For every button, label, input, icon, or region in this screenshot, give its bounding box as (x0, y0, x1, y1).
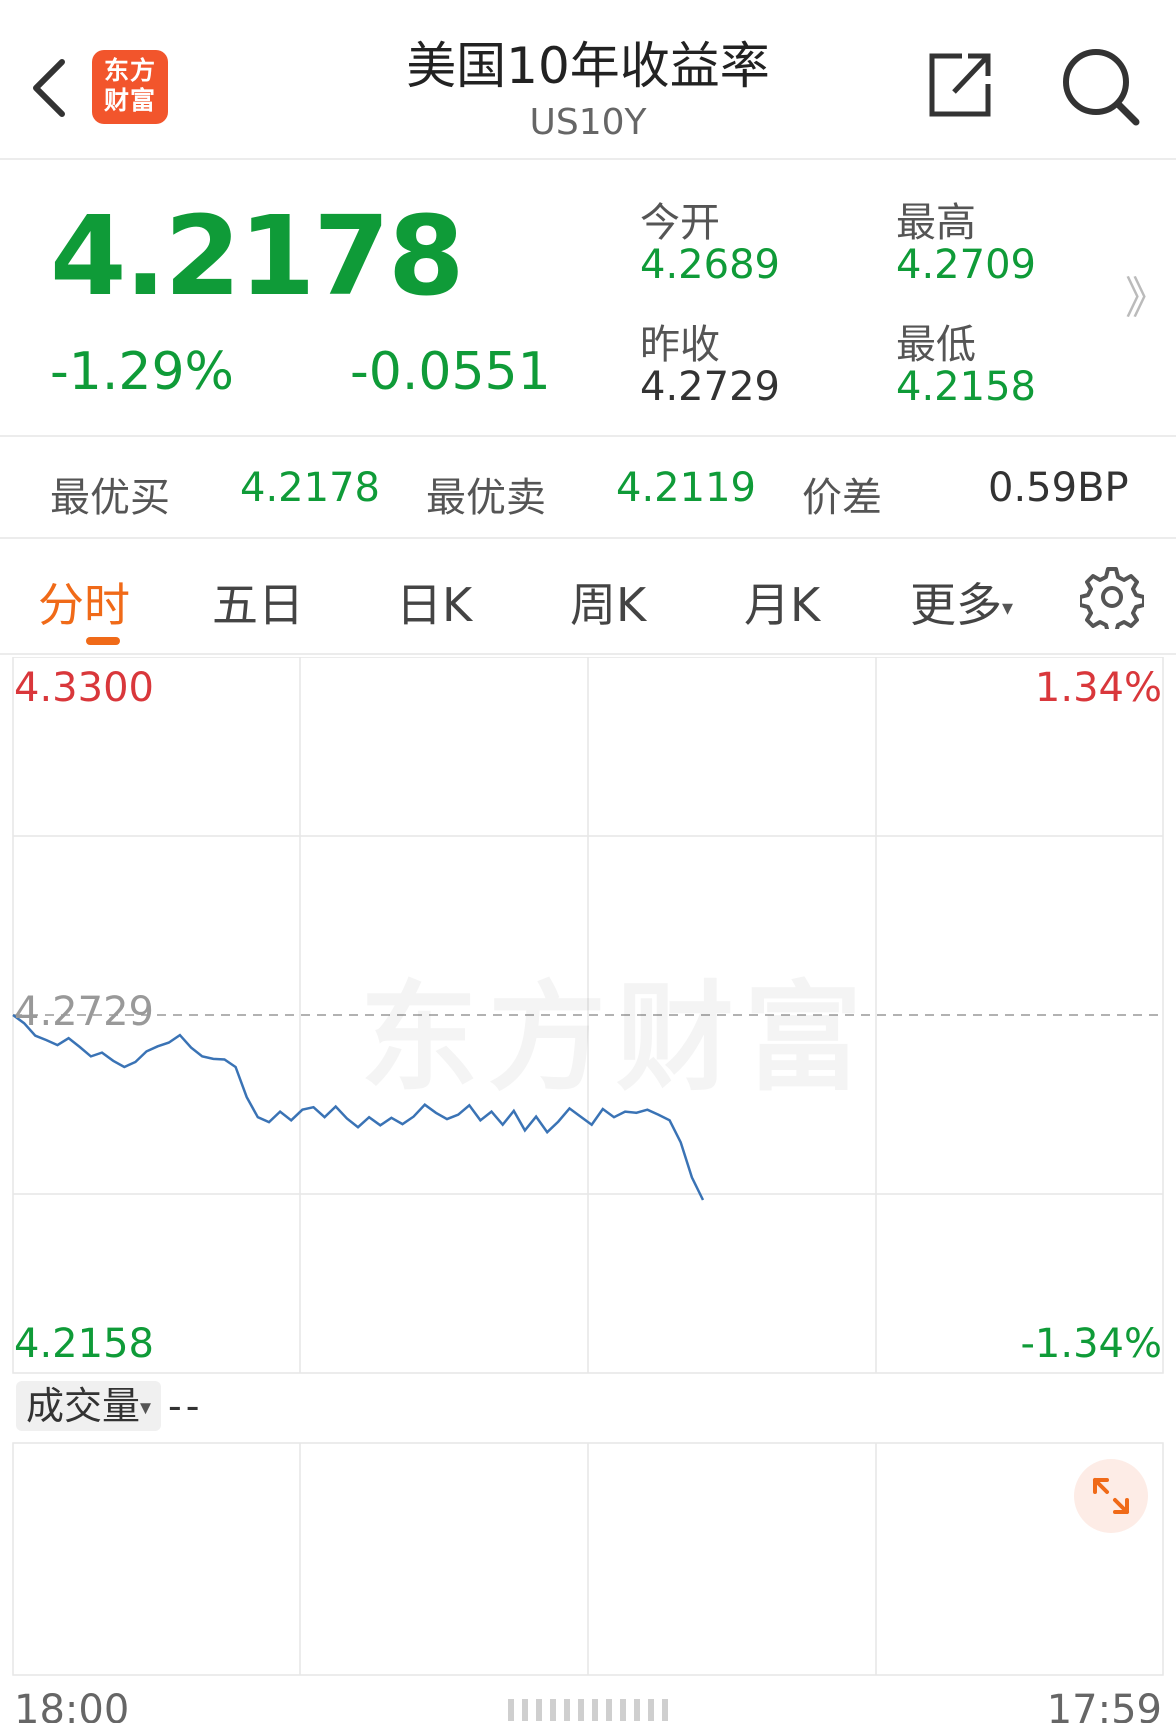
gear-icon (1078, 567, 1146, 635)
fullscreen-button[interactable] (1074, 1459, 1148, 1533)
current-price: 4.2178 (50, 192, 464, 320)
more-stats-arrow[interactable]: 》 (1125, 262, 1169, 326)
tab-monthly-k[interactable]: 月K (744, 569, 820, 635)
quote-panel: 4.2178 -1.29% -0.0551 今开 4.2689 最高 4.270… (0, 162, 1176, 437)
page-title: 美国10年收益率 (406, 37, 770, 95)
search-icon (1063, 49, 1140, 126)
tab-more-label: 更多 (910, 578, 1002, 632)
prev-close-value: 4.2729 (640, 364, 780, 410)
bid-ask-row: 最优买 4.2178 最优卖 4.2119 价差 0.59BP (0, 439, 1176, 539)
logo-text-line1: 东方 (103, 56, 156, 85)
best-bid-value: 4.2178 (240, 465, 380, 511)
chart-area[interactable]: 东方财富 4.3300 4.2729 4.2158 1.34% -1.34% 成… (0, 657, 1176, 1723)
tab-daily-k[interactable]: 日K (396, 569, 472, 635)
expand-arrows-icon (1093, 1478, 1129, 1514)
x-axis-end-label: 17:59 (1046, 1687, 1162, 1723)
logo-text-line2: 财富 (103, 86, 156, 115)
x-axis-start-label: 18:00 (14, 1687, 130, 1723)
app-header: 东方 财富 美国10年收益率 US10Y (0, 0, 1176, 160)
share-icon (929, 53, 991, 117)
y-axis-top-label: 4.3300 (14, 665, 154, 711)
volume-selector-label: 成交量 (26, 1384, 141, 1428)
best-ask-value: 4.2119 (616, 465, 756, 511)
pct-axis-top-label: 1.34% (1034, 665, 1162, 711)
caret-down-icon: ▾ (140, 1395, 152, 1421)
share-button[interactable] (924, 48, 996, 120)
search-button[interactable] (1058, 44, 1142, 128)
back-button[interactable] (22, 48, 78, 128)
spread-value: 0.59BP (988, 465, 1129, 511)
pct-axis-bottom-label: -1.34% (1020, 1321, 1162, 1367)
volume-panel-grid (12, 1442, 1164, 1676)
low-label: 最低 (896, 322, 976, 368)
app-logo[interactable]: 东方 财富 (92, 50, 168, 124)
change-percent: -1.29% (50, 342, 234, 402)
volume-value: -- (168, 1384, 204, 1428)
open-label: 今开 (640, 200, 720, 246)
best-bid-label: 最优买 (50, 475, 170, 521)
chevron-left-icon (33, 59, 65, 117)
volume-indicator-selector[interactable]: 成交量▾ (16, 1381, 162, 1431)
y-axis-mid-label: 4.2729 (14, 989, 154, 1035)
prev-close-label: 昨收 (640, 322, 720, 368)
change-absolute: -0.0551 (350, 342, 551, 402)
active-tab-indicator (86, 637, 120, 645)
y-axis-bottom-label: 4.2158 (14, 1321, 154, 1367)
tab-intraday[interactable]: 分时 (38, 569, 130, 635)
caret-down-icon: ▾ (1002, 596, 1014, 621)
chart-period-tabs: 分时 五日 日K 周K 月K 更多▾ (0, 541, 1176, 655)
tab-five-day[interactable]: 五日 (212, 569, 304, 635)
chart-settings-button[interactable] (1078, 565, 1146, 635)
spread-label: 价差 (802, 475, 882, 521)
high-value: 4.2709 (896, 242, 1036, 288)
high-label: 最高 (896, 200, 976, 246)
home-indicator (508, 1699, 668, 1721)
low-value: 4.2158 (896, 364, 1036, 410)
open-value: 4.2689 (640, 242, 780, 288)
intraday-chart[interactable] (0, 657, 1176, 1723)
tab-weekly-k[interactable]: 周K (570, 569, 646, 635)
page-subtitle: US10Y (529, 102, 647, 143)
best-ask-label: 最优卖 (426, 475, 546, 521)
tab-more[interactable]: 更多▾ (910, 569, 1013, 635)
watermark: 东方财富 (360, 942, 872, 1113)
